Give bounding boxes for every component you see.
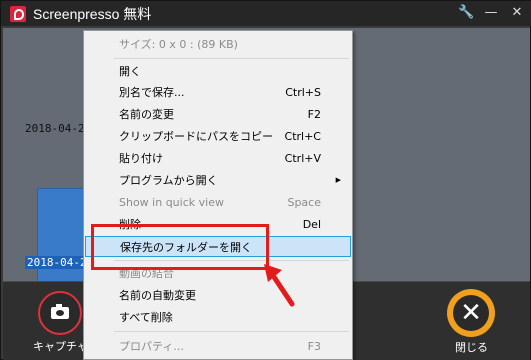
capture-label: キャプチャ xyxy=(33,340,88,353)
close-icon[interactable]: ✕ xyxy=(510,5,524,20)
menu-item-open[interactable]: 開く xyxy=(85,61,351,82)
menu-item-rename[interactable]: 名前の変更 F2 xyxy=(85,104,351,125)
menu-header-size: サイズ: 0 x 0 : (89 KB) xyxy=(119,38,238,51)
window-title: Screenpresso 無料 xyxy=(33,6,152,22)
submenu-arrow-icon: ▶ xyxy=(335,176,341,184)
menu-item-open-with[interactable]: プログラムから開く ▶ xyxy=(85,170,351,191)
close-x-icon: ✕ xyxy=(453,295,489,331)
thumbnail-timestamp: 2018-04-29 xyxy=(25,122,92,135)
capture-button[interactable] xyxy=(38,291,82,335)
menu-separator xyxy=(114,331,349,332)
wrench-icon[interactable]: 🔧 xyxy=(458,5,474,20)
screenpresso-logo-icon xyxy=(10,6,26,22)
camera-icon xyxy=(51,304,69,319)
annotation-arrow-icon xyxy=(264,264,295,307)
annotation-highlight-box xyxy=(91,224,269,270)
menu-item-copy-path[interactable]: クリップボードにパスをコピー Ctrl+C xyxy=(85,126,351,147)
menu-item-properties: プロパティ... F3 xyxy=(119,340,321,353)
menu-item-paste[interactable]: 貼り付け Ctrl+V xyxy=(85,148,351,169)
menu-item-auto-rename[interactable]: 名前の自動変更 xyxy=(85,285,351,306)
menu-item-quick-view: Show in quick view Space xyxy=(119,196,321,209)
menu-item-delete-all[interactable]: すべて削除 xyxy=(85,307,351,328)
close-label: 閉じる xyxy=(455,341,488,354)
context-menu: サイズ: 0 x 0 : (89 KB) 開く 別名で保存... Ctrl+S 名… xyxy=(83,30,353,360)
menu-separator xyxy=(114,58,349,59)
title-bar: Screenpresso 無料 🔧 — ✕ xyxy=(1,1,531,26)
minimize-icon[interactable]: — xyxy=(484,5,498,20)
close-button[interactable]: ✕ xyxy=(447,289,495,337)
menu-item-save-as[interactable]: 別名で保存... Ctrl+S xyxy=(85,82,351,103)
